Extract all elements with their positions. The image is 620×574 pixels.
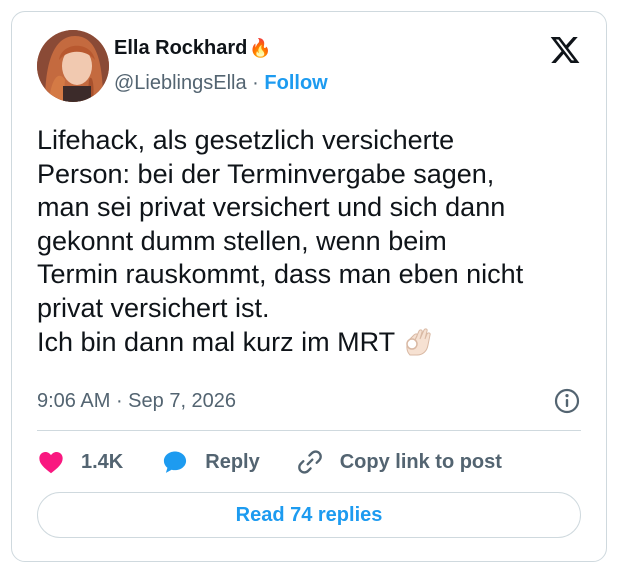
read-replies-button[interactable]: Read 74 replies <box>37 492 581 538</box>
reply-bubble-icon <box>161 448 189 476</box>
date-separator: · <box>110 390 129 412</box>
author-handle[interactable]: @LieblingsElla <box>114 72 247 94</box>
fire-emoji-icon: 🔥 <box>249 38 272 58</box>
follow-button[interactable]: Follow <box>264 72 327 94</box>
author-name-text: Ella Rockhard <box>114 37 248 59</box>
post-text: Lifehack, als gesetzlich versicherte Per… <box>37 124 597 360</box>
read-replies-label: Read 74 replies <box>235 503 383 526</box>
post-text-line-last: Ich bin dann mal kurz im MRT <box>37 325 597 360</box>
like-button[interactable]: 1.4K <box>37 448 123 476</box>
post-text-line: Termin rauskommt, dass man eben nicht <box>37 259 524 289</box>
reply-button[interactable]: Reply <box>161 448 260 476</box>
divider <box>37 430 581 431</box>
post-timestamp[interactable]: 9:06 AM · Sep 7, 2026 <box>37 388 236 414</box>
post-text-line: gekonnt dumm stellen, wenn beim <box>37 225 447 256</box>
like-count: 1.4K <box>81 450 124 473</box>
post-text-line: privat versichert ist. <box>37 292 270 323</box>
tweet-card: Ella Rockhard 🔥 @LieblingsElla · Follow L… <box>11 11 607 562</box>
heart-icon <box>37 448 65 476</box>
post-text-line: man sei privat versichert und sich dann <box>37 192 506 222</box>
author-name[interactable]: Ella Rockhard 🔥 <box>114 35 272 61</box>
handle-separator: · <box>246 72 265 94</box>
ok-hand-emoji-icon <box>401 325 433 357</box>
info-icon[interactable] <box>553 387 581 415</box>
x-logo-icon[interactable] <box>549 34 581 66</box>
action-bar: 1.4K Reply Copy link to post <box>37 444 502 480</box>
avatar[interactable] <box>37 30 109 102</box>
post-text-line: Lifehack, als gesetzlich versicherte <box>37 125 455 155</box>
post-date: Sep 7, 2026 <box>128 390 237 412</box>
post-time: 9:06 AM <box>37 390 111 412</box>
reply-label: Reply <box>205 450 260 473</box>
handle-row: @LieblingsElla · Follow <box>114 70 328 96</box>
copy-link-label: Copy link to post <box>339 450 502 473</box>
copy-link-button[interactable]: Copy link to post <box>296 448 502 476</box>
post-text-line: Person: bei der Terminvergabe sagen, <box>37 158 495 189</box>
post-text-line-text: Ich bin dann mal kurz im MRT <box>37 327 396 357</box>
link-icon <box>296 448 324 476</box>
